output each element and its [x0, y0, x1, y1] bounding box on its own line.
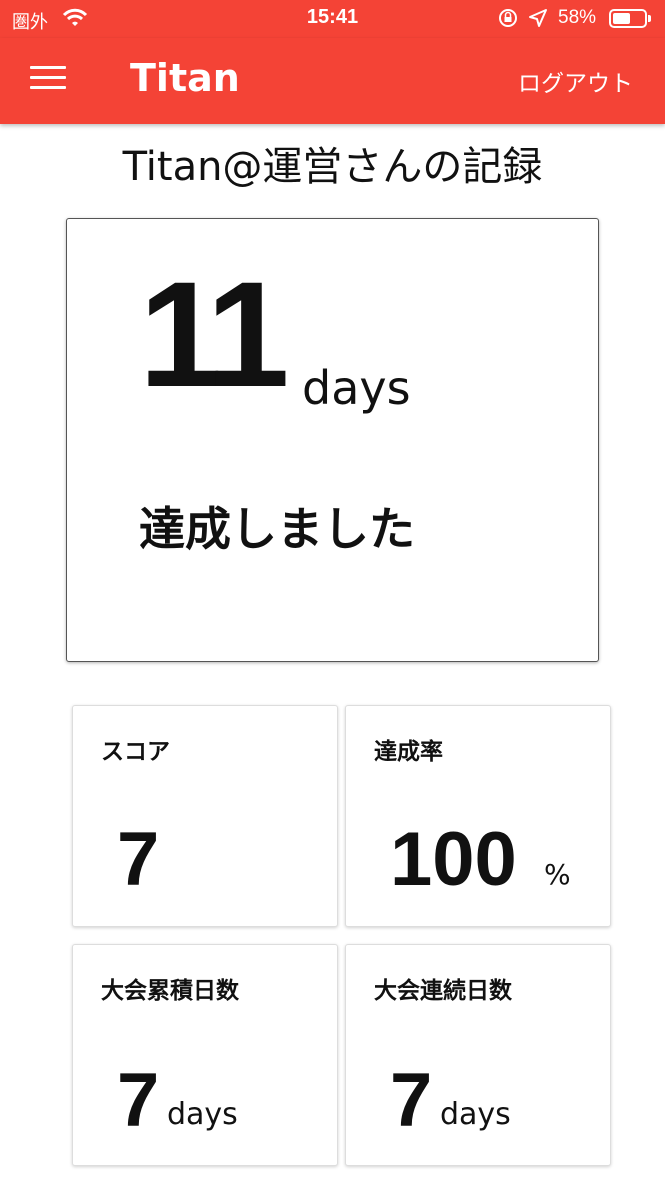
- battery-nub: [648, 15, 651, 22]
- total-days-unit: days: [167, 1097, 238, 1132]
- score-label: スコア: [101, 739, 170, 765]
- achievement-rate-unit: %: [544, 858, 571, 891]
- achieved-text: 達成しました: [139, 502, 415, 556]
- orientation-lock-icon: [497, 7, 519, 34]
- achievement-rate-value: 100: [390, 817, 517, 902]
- streak-days-unit: days: [440, 1097, 511, 1132]
- streak-days-card: 大会連続日数 7 days: [345, 944, 611, 1166]
- total-days-value: 7: [117, 1058, 160, 1143]
- battery-percent: 58%: [558, 7, 597, 28]
- achievement-rate-card: 達成率 100 %: [345, 705, 611, 927]
- achievement-card: 11 days 達成しました: [66, 218, 599, 662]
- app-title: Titan: [130, 56, 240, 100]
- total-days-label: 大会累積日数: [101, 978, 239, 1004]
- logout-button[interactable]: ログアウト: [518, 64, 633, 98]
- battery-fill: [613, 13, 630, 24]
- streak-days-value: 7: [390, 1058, 433, 1143]
- status-bar: 圏外 15:41 58%: [0, 0, 665, 38]
- streak-days-label: 大会連続日数: [374, 978, 512, 1004]
- battery-icon: [609, 9, 651, 28]
- app-bar: Titan ログアウト: [0, 38, 665, 124]
- location-arrow-icon: [528, 8, 548, 33]
- score-value: 7: [117, 817, 160, 902]
- achievement-rate-label: 達成率: [374, 739, 443, 765]
- achieved-days-count: 11: [139, 250, 290, 418]
- total-days-card: 大会累積日数 7 days: [72, 944, 338, 1166]
- page-title: Titan@運営さんの記録: [122, 144, 543, 190]
- menu-icon[interactable]: [30, 66, 66, 92]
- score-card: スコア 7: [72, 705, 338, 927]
- achieved-days-unit: days: [302, 361, 411, 415]
